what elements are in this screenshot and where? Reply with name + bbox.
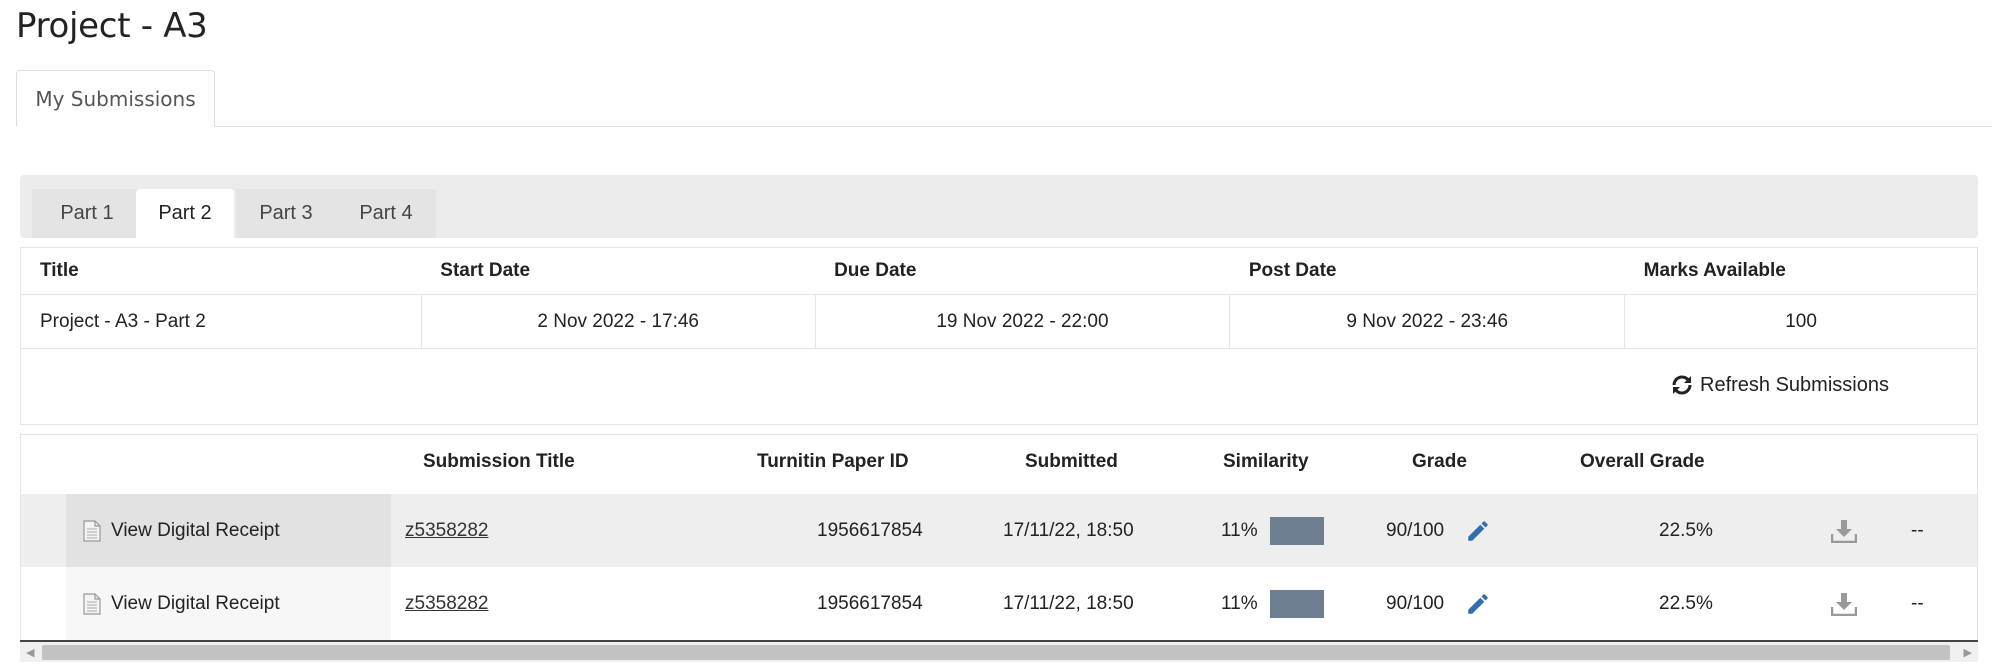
header-submitted: Submitted — [1025, 451, 1118, 472]
similarity-bar[interactable] — [1269, 516, 1324, 545]
refresh-submissions-label: Refresh Submissions — [1700, 373, 1889, 396]
refresh-submissions-button[interactable]: Refresh Submissions — [1670, 370, 1889, 400]
info-start-date: 2 Nov 2022 - 17:46 — [421, 294, 816, 349]
horizontal-scrollbar[interactable]: ◀ ▶ — [20, 640, 1978, 662]
similarity-score[interactable]: 11% — [1221, 567, 1324, 640]
page-title: Project - A3 — [16, 6, 208, 46]
info-marks-available: 100 — [1624, 294, 1978, 349]
info-title: Project - A3 - Part 2 — [20, 294, 422, 349]
header-post-date: Post Date — [1229, 247, 1625, 295]
header-submission-title: Submission Title — [423, 451, 575, 472]
submitted-date: 17/11/22, 18:50 — [1003, 519, 1134, 541]
submissions-table: Submission Title Turnitin Paper ID Submi… — [20, 434, 1978, 640]
tab-my-submissions[interactable]: My Submissions — [16, 70, 215, 127]
header-marks-available: Marks Available — [1624, 247, 1978, 295]
header-grade: Grade — [1412, 451, 1467, 472]
download-icon — [1831, 592, 1857, 616]
table-row: View Digital Receipt z5358282 1956617854… — [21, 494, 1977, 567]
header-due-date: Due Date — [815, 247, 1230, 295]
view-digital-receipt-link[interactable]: View Digital Receipt — [66, 494, 391, 567]
turnitin-paper-id: 1956617854 — [817, 592, 923, 614]
grade-value: 90/100 — [1386, 519, 1445, 541]
similarity-percent: 11% — [1221, 592, 1258, 614]
scrollbar-thumb[interactable] — [42, 645, 1950, 660]
download-button[interactable] — [1831, 567, 1857, 640]
overall-grade-value: 22.5% — [1659, 592, 1713, 614]
tab-part-3[interactable]: Part 3 — [236, 189, 336, 238]
scroll-right-arrow[interactable]: ▶ — [1964, 645, 1972, 661]
turnitin-paper-id: 1956617854 — [817, 519, 923, 541]
edit-grade-button[interactable] — [1465, 494, 1491, 567]
header-start-date: Start Date — [421, 247, 816, 295]
scroll-left-arrow[interactable]: ◀ — [26, 645, 34, 661]
pencil-icon — [1468, 593, 1488, 614]
table-row: View Digital Receipt z5358282 1956617854… — [21, 567, 1977, 640]
row-extra-value: -- — [1911, 592, 1924, 614]
tab-part-2[interactable]: Part 2 — [136, 189, 234, 238]
document-icon — [83, 519, 101, 542]
row-extra-value: -- — [1911, 519, 1924, 541]
part-tab-bar: Part 1 Part 2 Part 3 Part 4 — [20, 175, 1978, 238]
tab-part-1[interactable]: Part 1 — [32, 189, 142, 238]
similarity-percent: 11% — [1221, 519, 1258, 541]
submission-title-link[interactable]: z5358282 — [405, 567, 488, 640]
submissions-header-row: Submission Title Turnitin Paper ID Submi… — [21, 435, 1977, 494]
info-post-date: 9 Nov 2022 - 23:46 — [1229, 294, 1626, 349]
header-similarity: Similarity — [1223, 451, 1309, 472]
similarity-score[interactable]: 11% — [1221, 494, 1324, 567]
receipt-label: View Digital Receipt — [111, 592, 280, 614]
tab-part-4[interactable]: Part 4 — [336, 189, 436, 238]
header-title: Title — [20, 247, 422, 295]
header-overall-grade: Overall Grade — [1580, 451, 1705, 472]
submission-title-link[interactable]: z5358282 — [405, 494, 488, 567]
receipt-label: View Digital Receipt — [111, 519, 280, 541]
submitted-date: 17/11/22, 18:50 — [1003, 592, 1134, 614]
top-tab-bar: My Submissions — [16, 70, 1992, 127]
header-turnitin-paper-id: Turnitin Paper ID — [757, 451, 909, 472]
grade-value: 90/100 — [1386, 592, 1445, 614]
pencil-icon — [1468, 520, 1488, 541]
view-digital-receipt-link[interactable]: View Digital Receipt — [66, 567, 391, 640]
overall-grade-value: 22.5% — [1659, 519, 1713, 541]
download-button[interactable] — [1831, 494, 1857, 567]
download-icon — [1831, 519, 1857, 543]
info-due-date: 19 Nov 2022 - 22:00 — [815, 294, 1231, 349]
edit-grade-button[interactable] — [1465, 567, 1491, 640]
similarity-bar[interactable] — [1269, 589, 1324, 618]
refresh-icon — [1672, 375, 1692, 395]
document-icon — [83, 592, 101, 615]
